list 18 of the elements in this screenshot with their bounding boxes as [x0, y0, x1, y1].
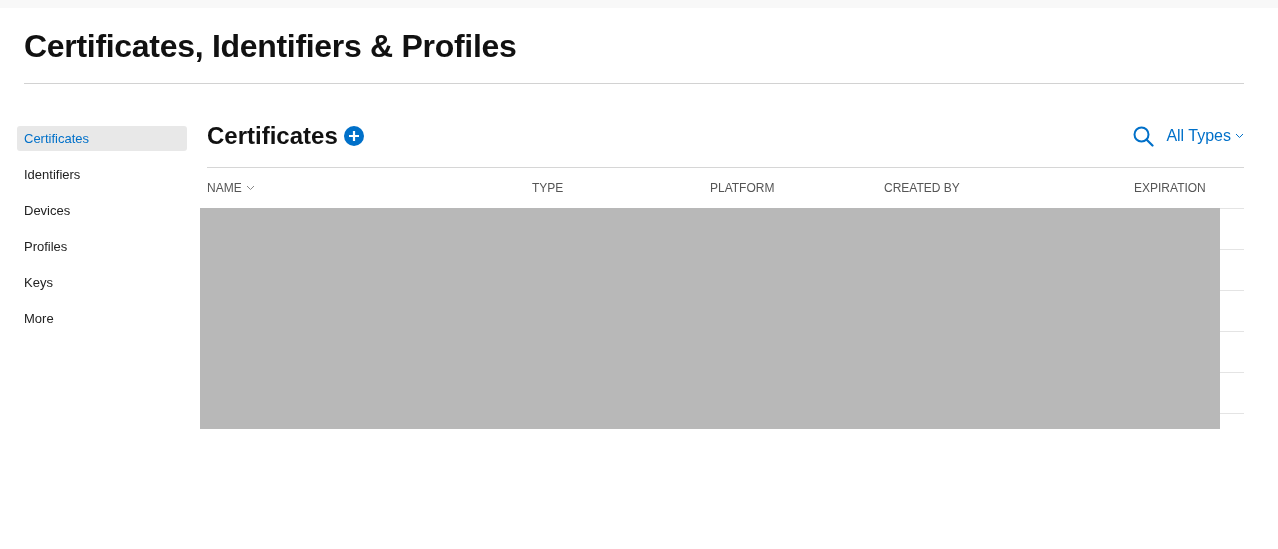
column-header[interactable]: PLATFORM: [710, 181, 775, 195]
column-header[interactable]: TYPE: [532, 181, 564, 195]
column-header[interactable]: CREATED BY: [884, 181, 960, 195]
type-filter-dropdown[interactable]: All Types: [1166, 127, 1244, 145]
sidebar-item[interactable]: More: [17, 306, 187, 331]
column-header[interactable]: NAME: [207, 181, 255, 195]
page-title: Certificates, Identifiers & Profiles: [24, 8, 1244, 84]
sidebar-item[interactable]: Identifiers: [17, 162, 187, 187]
column-header[interactable]: EXPIRATION: [1134, 181, 1206, 195]
add-icon[interactable]: [343, 126, 364, 146]
sort-caret-icon: [245, 185, 255, 191]
search-icon[interactable]: [1133, 125, 1155, 147]
sidebar-item[interactable]: Profiles: [17, 234, 187, 259]
sidebar-item[interactable]: Keys: [17, 270, 187, 295]
caret-icon: [1235, 133, 1244, 139]
section-title: Certificates: [207, 122, 338, 150]
sidebar-item[interactable]: Certificates: [17, 126, 187, 151]
sidebar-item[interactable]: Devices: [17, 198, 187, 223]
